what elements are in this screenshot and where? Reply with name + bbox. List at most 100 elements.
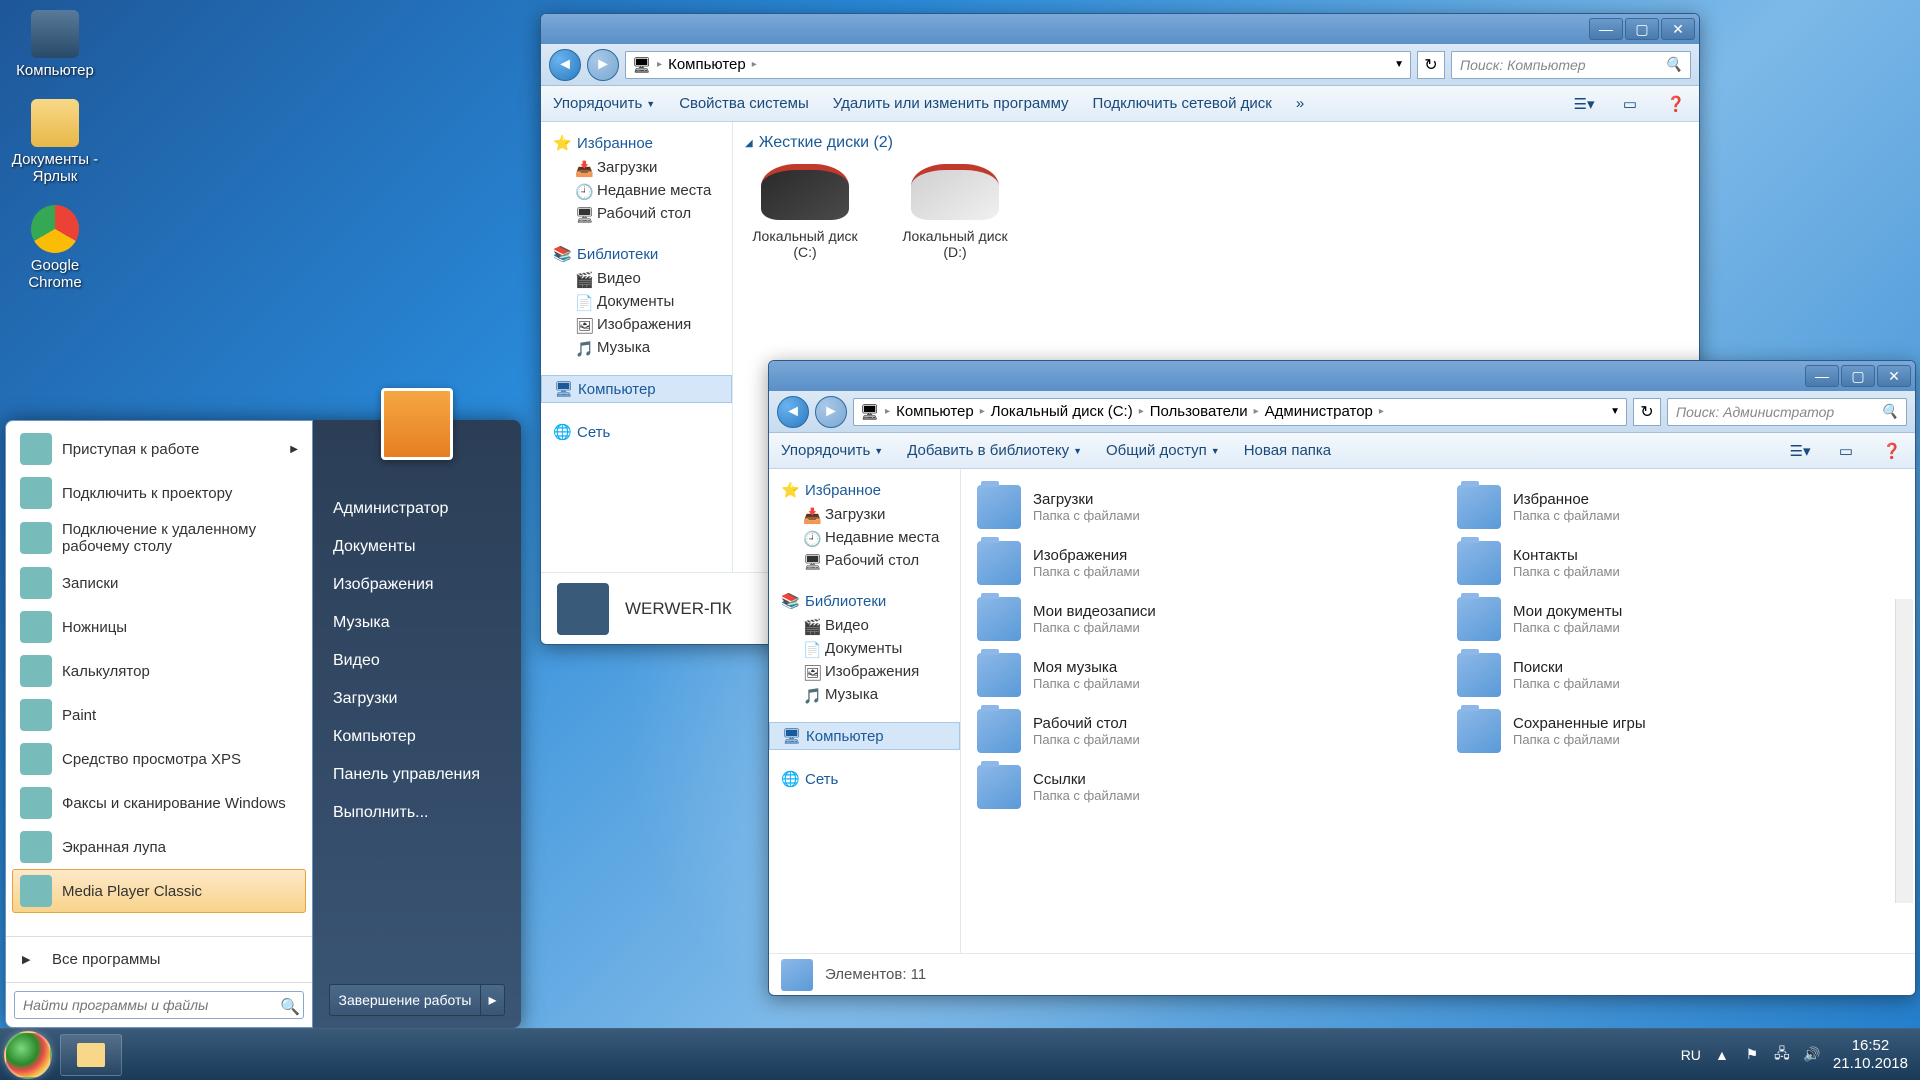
refresh-button[interactable]: ↻	[1417, 51, 1445, 79]
chevron-down-icon[interactable]: ▼	[1610, 406, 1620, 417]
folder-item[interactable]: КонтактыПапка с файлами	[1453, 537, 1903, 589]
start-right-item[interactable]: Видео	[313, 642, 521, 680]
start-program-item[interactable]: Записки	[12, 561, 306, 605]
sidebar-libraries-header[interactable]: 📚Библиотеки	[541, 241, 732, 267]
close-button[interactable]: ✕	[1661, 18, 1695, 40]
start-right-item[interactable]: Изображения	[313, 566, 521, 604]
sidebar-item-computer[interactable]: 🖥Компьютер	[541, 375, 732, 403]
shutdown-button[interactable]: Завершение работы	[329, 984, 481, 1016]
nav-forward-button[interactable]: ►	[815, 396, 847, 428]
start-right-item[interactable]: Панель управления	[313, 756, 521, 794]
folder-item[interactable]: Мои документыПапка с файлами	[1453, 593, 1903, 645]
preview-pane-button[interactable]: ▭	[1835, 440, 1857, 462]
nav-forward-button[interactable]: ►	[587, 49, 619, 81]
folder-item[interactable]: Сохраненные игрыПапка с файлами	[1453, 705, 1903, 757]
start-program-item[interactable]: Экранная лупа	[12, 825, 306, 869]
drive-d[interactable]: Локальный диск (D:)	[895, 164, 1015, 260]
sidebar-favorites-header[interactable]: ⭐Избранное	[769, 477, 960, 503]
sidebar-item-recent[interactable]: 🕘Недавние места	[769, 526, 960, 549]
toolbar-uninstall[interactable]: Удалить или изменить программу	[833, 95, 1069, 112]
titlebar[interactable]: — ▢ ✕	[769, 361, 1915, 391]
maximize-button[interactable]: ▢	[1625, 18, 1659, 40]
refresh-button[interactable]: ↻	[1633, 398, 1661, 426]
show-hidden-icons[interactable]: ▲	[1713, 1046, 1731, 1064]
close-button[interactable]: ✕	[1877, 365, 1911, 387]
sidebar-libraries-header[interactable]: 📚Библиотеки	[769, 588, 960, 614]
start-program-item[interactable]: Подключение к удаленному рабочему столу	[12, 515, 306, 561]
language-indicator[interactable]: RU	[1681, 1047, 1701, 1063]
folder-item[interactable]: Мои видеозаписиПапка с файлами	[973, 593, 1423, 645]
network-icon[interactable]: 🖧	[1773, 1046, 1791, 1064]
sidebar-item-network[interactable]: 🌐Сеть	[541, 419, 732, 445]
folder-item[interactable]: ИзображенияПапка с файлами	[973, 537, 1423, 589]
scrollbar[interactable]	[1895, 599, 1913, 903]
taskbar-item-explorer[interactable]	[60, 1034, 122, 1076]
sidebar-item-network[interactable]: 🌐Сеть	[769, 766, 960, 792]
section-header[interactable]: ◢Жесткие диски (2)	[745, 134, 1687, 152]
start-program-item[interactable]: Приступая к работе▶	[12, 427, 306, 471]
start-program-item[interactable]: Средство просмотра XPS	[12, 737, 306, 781]
sidebar-item-recent[interactable]: 🕘Недавние места	[541, 179, 732, 202]
toolbar-share[interactable]: Общий доступ ▼	[1106, 442, 1220, 459]
start-program-item[interactable]: Paint	[12, 693, 306, 737]
breadcrumb-segment[interactable]: Администратор	[1265, 403, 1373, 420]
sidebar-item-video[interactable]: 🎬Видео	[769, 614, 960, 637]
sidebar-item-computer[interactable]: 🖥Компьютер	[769, 722, 960, 750]
sidebar-item-documents[interactable]: 📄Документы	[541, 290, 732, 313]
desktop-icon-documents[interactable]: Документы - Ярлык	[10, 99, 100, 185]
minimize-button[interactable]: —	[1805, 365, 1839, 387]
nav-back-button[interactable]: ◄	[549, 49, 581, 81]
start-program-item[interactable]: Подключить к проектору	[12, 471, 306, 515]
view-options-button[interactable]: ☰▾	[1789, 440, 1811, 462]
toolbar-organize[interactable]: Упорядочить ▼	[781, 442, 883, 459]
chevron-down-icon[interactable]: ▼	[1394, 59, 1404, 70]
preview-pane-button[interactable]: ▭	[1619, 93, 1641, 115]
sidebar-favorites-header[interactable]: ⭐Избранное	[541, 130, 732, 156]
toolbar-add-library[interactable]: Добавить в библиотеку ▼	[907, 442, 1082, 459]
sidebar-item-downloads[interactable]: 📥Загрузки	[769, 503, 960, 526]
maximize-button[interactable]: ▢	[1841, 365, 1875, 387]
search-input[interactable]: Поиск: Компьютер 🔍	[1451, 51, 1691, 79]
start-program-item[interactable]: Media Player Classic	[12, 869, 306, 913]
shutdown-options-button[interactable]: ▸	[481, 984, 505, 1016]
sidebar-item-desktop[interactable]: 🖥Рабочий стол	[541, 202, 732, 225]
toolbar-map-drive[interactable]: Подключить сетевой диск	[1093, 95, 1272, 112]
start-button[interactable]	[4, 1031, 52, 1079]
view-options-button[interactable]: ☰▾	[1573, 93, 1595, 115]
start-right-item[interactable]: Компьютер	[313, 718, 521, 756]
all-programs-button[interactable]: ▶ Все программы	[14, 945, 304, 974]
start-right-item[interactable]: Документы	[313, 528, 521, 566]
sidebar-item-music[interactable]: 🎵Музыка	[769, 683, 960, 706]
minimize-button[interactable]: —	[1589, 18, 1623, 40]
folder-item[interactable]: СсылкиПапка с файлами	[973, 761, 1423, 813]
help-button[interactable]: ❓	[1665, 93, 1687, 115]
sidebar-item-music[interactable]: 🎵Музыка	[541, 336, 732, 359]
toolbar-new-folder[interactable]: Новая папка	[1244, 442, 1331, 459]
breadcrumb-segment[interactable]: Компьютер	[896, 403, 974, 420]
flag-icon[interactable]: ⚑	[1743, 1046, 1761, 1064]
breadcrumb-segment[interactable]: Компьютер	[668, 56, 746, 73]
folder-item[interactable]: Моя музыкаПапка с файлами	[973, 649, 1423, 701]
start-right-item[interactable]: Загрузки	[313, 680, 521, 718]
breadcrumb-segment[interactable]: Локальный диск (C:)	[991, 403, 1133, 420]
user-picture[interactable]	[381, 388, 453, 460]
toolbar-overflow[interactable]: »	[1296, 95, 1304, 112]
folder-item[interactable]: Рабочий столПапка с файлами	[973, 705, 1423, 757]
breadcrumb[interactable]: 🖥 ▸ Компьютер ▸ ▼	[625, 51, 1411, 79]
clock[interactable]: 16:52 21.10.2018	[1833, 1037, 1908, 1073]
start-program-item[interactable]: Калькулятор	[12, 649, 306, 693]
sidebar-item-video[interactable]: 🎬Видео	[541, 267, 732, 290]
folder-item[interactable]: ЗагрузкиПапка с файлами	[973, 481, 1423, 533]
breadcrumb-segment[interactable]: Пользователи	[1150, 403, 1248, 420]
folder-item[interactable]: ПоискиПапка с файлами	[1453, 649, 1903, 701]
help-button[interactable]: ❓	[1881, 440, 1903, 462]
start-search-input[interactable]	[14, 991, 304, 1019]
volume-icon[interactable]: 🔊	[1803, 1046, 1821, 1064]
sidebar-item-desktop[interactable]: 🖥Рабочий стол	[769, 549, 960, 572]
folder-item[interactable]: ИзбранноеПапка с файлами	[1453, 481, 1903, 533]
start-right-item[interactable]: Музыка	[313, 604, 521, 642]
breadcrumb[interactable]: 🖥 ▸ Компьютер ▸ Локальный диск (C:) ▸ По…	[853, 398, 1627, 426]
desktop-icon-computer[interactable]: Компьютер	[10, 10, 100, 79]
start-program-item[interactable]: Факсы и сканирование Windows	[12, 781, 306, 825]
toolbar-system-properties[interactable]: Свойства системы	[679, 95, 809, 112]
